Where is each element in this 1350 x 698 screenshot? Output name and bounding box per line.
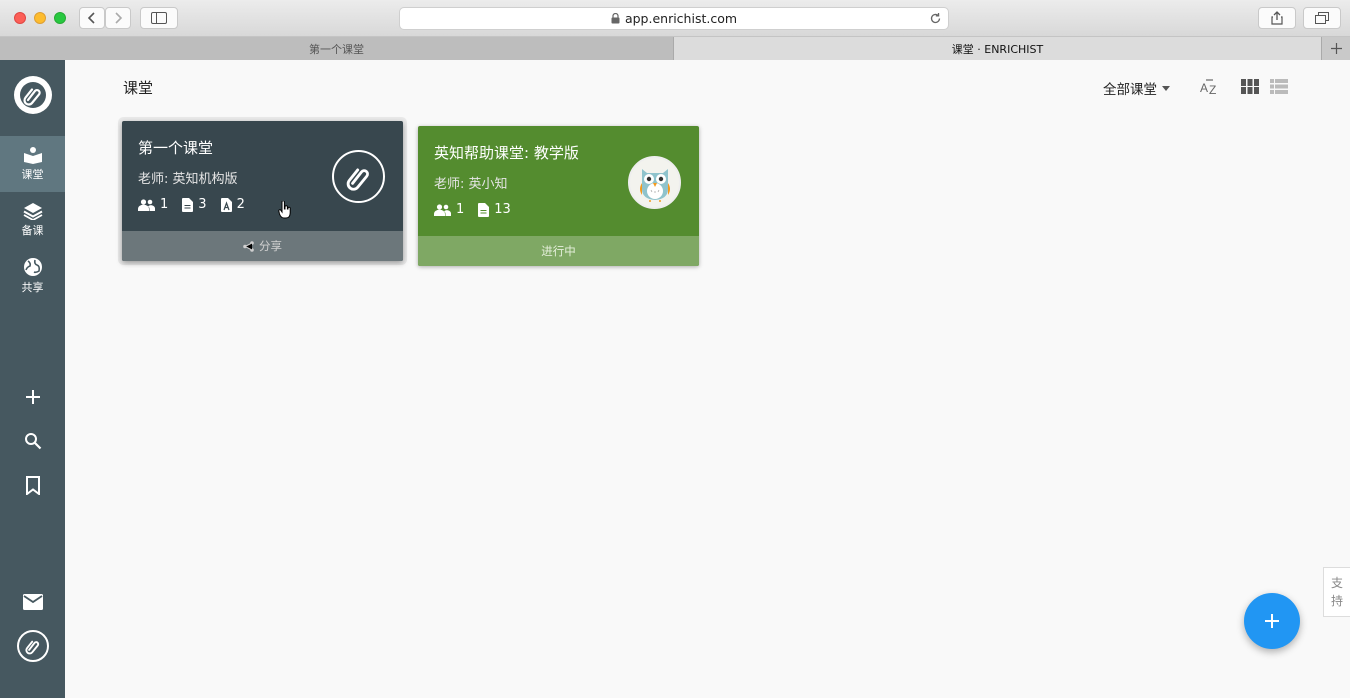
enrichist-logo-icon [346,168,369,191]
page-title: 课堂 [123,79,154,97]
card-footer-label: 分享 [259,239,282,253]
user-avatar-icon [25,640,40,655]
search-icon [25,433,42,450]
card-teacher: 老师: 英小知 [434,177,508,192]
grid-view-icon[interactable] [1241,79,1259,94]
sidebar-item-prepare[interactable]: 备课 [0,192,65,248]
support-label: 持 [1330,594,1343,608]
card-title: 第一个课堂 [138,139,214,157]
caret-down-icon [1162,85,1170,91]
add-classroom-button[interactable] [21,385,45,409]
close-window-button[interactable] [14,12,26,24]
tabs-icon [1315,12,1329,24]
owl-icon [639,168,670,202]
app-sidebar: 课堂 备课 共享 [0,60,65,698]
chevron-right-icon [115,12,123,24]
student-count: 1 [434,202,464,217]
sidebar-icon [151,12,167,24]
document-count: 3 [182,197,207,212]
classroom-filter-dropdown[interactable]: 全部课堂 [1103,78,1170,98]
assignment-icon [220,197,232,212]
support-label: 支 [1330,576,1343,590]
forward-button[interactable] [105,7,131,29]
card-stats: 1 3 2 [138,197,259,212]
share-button[interactable] [1258,7,1296,29]
sidebar-item-share[interactable]: 共享 [0,248,65,304]
create-classroom-fab[interactable] [1244,593,1300,649]
sidebar-item-label: 备课 [21,224,44,237]
bookmark-icon [26,475,40,495]
sidebar-toggle-button[interactable] [140,7,178,29]
sort-az-icon[interactable]: A Z [1199,77,1221,97]
app-logo[interactable] [14,76,52,114]
zoom-window-button[interactable] [54,12,66,24]
tab-bar: 第一个课堂 课堂 · ENRICHIST [0,37,1350,60]
card-title: 英知帮助课堂: 教学版 [434,144,579,162]
people-icon [138,198,155,211]
list-view-icon[interactable] [1270,79,1288,94]
classroom-logo [332,150,385,203]
back-button[interactable] [79,7,105,29]
classroom-card[interactable]: 英知帮助课堂: 教学版 老师: 英小知 1 13 进行中 [418,126,699,266]
search-button[interactable] [21,429,45,453]
share-icon [243,240,254,252]
new-tab-button[interactable] [1322,37,1350,60]
enrichist-logo-icon [20,82,46,108]
browser-titlebar: app.enrichist.com [0,0,1350,37]
sidebar-item-classroom[interactable]: 课堂 [0,136,65,192]
svg-text:A: A [1200,81,1208,95]
card-teacher: 老师: 英知机构版 [138,172,238,187]
student-count: 1 [138,197,168,212]
chevron-left-icon [87,12,95,24]
plus-icon [1330,43,1342,54]
layers-icon [23,203,42,220]
document-icon [478,202,490,217]
card-footer-label: 进行中 [541,244,576,258]
document-icon [182,197,194,212]
add-icon [26,390,40,404]
share-icon [1271,11,1283,25]
people-icon [434,203,451,216]
card-stats: 1 13 [434,202,525,217]
assignment-count: 2 [220,197,245,212]
card-status: 进行中 [418,236,699,266]
sidebar-item-label: 共享 [21,281,44,294]
url-text: app.enrichist.com [624,11,738,26]
mail-button[interactable] [21,590,45,614]
lock-icon [611,13,620,24]
classroom-card[interactable]: 第一个课堂 老师: 英知机构版 1 3 2 分享 [122,121,403,261]
address-bar[interactable]: app.enrichist.com [399,7,949,30]
globe-icon [23,258,42,276]
support-tab[interactable]: 支 持 [1323,567,1350,617]
avatar[interactable] [17,630,49,662]
document-count: 13 [478,202,511,217]
sidebar-item-label: 课堂 [21,168,44,181]
reload-icon[interactable] [929,12,942,28]
classroom-icon [23,147,42,164]
hand-cursor-icon [278,201,291,219]
minimize-window-button[interactable] [34,12,46,24]
mail-icon [23,594,43,610]
tab-classroom-enrichist[interactable]: 课堂 · ENRICHIST [674,37,1322,60]
show-tabs-button[interactable] [1303,7,1341,29]
add-icon [1265,614,1279,628]
filter-label: 全部课堂 [1103,82,1157,98]
tab-first-classroom[interactable]: 第一个课堂 [0,37,674,60]
bookmark-button[interactable] [21,473,45,497]
share-classroom-button[interactable]: 分享 [122,231,403,261]
svg-text:Z: Z [1209,83,1216,97]
classroom-avatar [628,156,681,209]
